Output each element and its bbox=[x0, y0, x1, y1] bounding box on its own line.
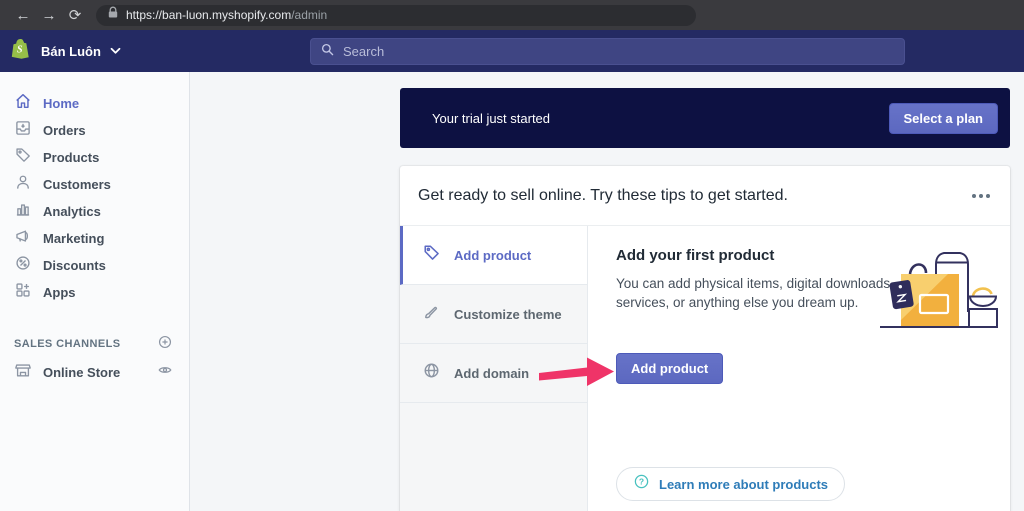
browser-back-button[interactable]: ← bbox=[10, 2, 36, 28]
browser-reload-button[interactable]: ⟳ bbox=[62, 2, 88, 28]
customers-icon bbox=[14, 173, 32, 196]
discounts-icon bbox=[14, 254, 32, 277]
panel-heading: Add your first product bbox=[616, 247, 775, 264]
products-icon bbox=[14, 146, 32, 169]
product-illustration bbox=[874, 234, 1004, 339]
tab-filler bbox=[400, 403, 587, 511]
trial-message: Your trial just started bbox=[432, 110, 551, 126]
chevron-down-icon bbox=[110, 42, 121, 60]
shopify-admin-page: ← → ⟳ https://ban-luon.myshopify.com/adm… bbox=[0, 0, 1024, 511]
panel-description: You can add physical items, digital down… bbox=[616, 276, 894, 311]
sidebar-item-label: Apps bbox=[43, 285, 76, 300]
browser-toolbar: ← → ⟳ https://ban-luon.myshopify.com/adm… bbox=[0, 0, 1024, 30]
learn-more-label: Learn more about products bbox=[659, 476, 829, 492]
sidebar-item-label: Marketing bbox=[43, 231, 105, 246]
ssl-lock-icon bbox=[107, 6, 119, 24]
sales-channels-header: SALES CHANNELS bbox=[0, 332, 189, 356]
store-switcher[interactable]: S Bán Luôn bbox=[10, 30, 121, 72]
eye-icon[interactable] bbox=[157, 362, 173, 383]
storefront-icon bbox=[14, 361, 32, 384]
sidebar-item-orders[interactable]: Orders bbox=[0, 117, 189, 144]
sidebar-item-apps[interactable]: Apps bbox=[0, 279, 189, 306]
apps-icon bbox=[14, 281, 32, 304]
sidebar-item-label: Analytics bbox=[43, 204, 101, 219]
svg-text:S: S bbox=[17, 44, 23, 55]
sidebar-nav: Home Orders Products Customers Analytics… bbox=[0, 72, 190, 511]
analytics-icon bbox=[14, 200, 32, 223]
search-icon bbox=[320, 42, 335, 62]
globe-icon bbox=[422, 361, 441, 385]
tab-label: Add product bbox=[454, 247, 532, 263]
trial-banner: Your trial just started Select a plan bbox=[400, 88, 1010, 148]
tag-icon bbox=[422, 243, 441, 267]
sidebar-item-label: Home bbox=[43, 96, 80, 111]
sidebar-item-discounts[interactable]: Discounts bbox=[0, 252, 189, 279]
global-search[interactable] bbox=[310, 38, 905, 65]
setup-card-header: Get ready to sell online. Try these tips… bbox=[400, 166, 1010, 226]
store-name: Bán Luôn bbox=[41, 43, 101, 59]
sidebar-item-online-store[interactable]: Online Store bbox=[0, 358, 189, 386]
learn-more-link[interactable]: ? Learn more about products bbox=[616, 467, 846, 501]
svg-text:?: ? bbox=[639, 477, 644, 487]
sidebar-item-label: Customers bbox=[43, 177, 111, 192]
orders-icon bbox=[14, 119, 32, 142]
setup-card-title: Get ready to sell online. Try these tips… bbox=[418, 186, 788, 204]
sidebar-item-home[interactable]: Home bbox=[0, 90, 189, 117]
sidebar-item-label: Discounts bbox=[43, 258, 106, 273]
setup-card-body: Add product Customize theme Add domain A… bbox=[400, 226, 1010, 511]
url-path: /admin bbox=[291, 8, 328, 22]
tab-add-product[interactable]: Add product bbox=[400, 226, 587, 285]
brush-icon bbox=[422, 302, 441, 326]
sidebar-item-label: Orders bbox=[43, 123, 86, 138]
sidebar-item-marketing[interactable]: Marketing bbox=[0, 225, 189, 252]
add-product-button[interactable]: Add product bbox=[616, 353, 724, 384]
sidebar-item-analytics[interactable]: Analytics bbox=[0, 198, 189, 225]
sidebar-item-customers[interactable]: Customers bbox=[0, 171, 189, 198]
tab-customize-theme[interactable]: Customize theme bbox=[400, 285, 587, 344]
url-text: https://ban-luon.myshopify.com/admin bbox=[126, 8, 328, 22]
question-circle-icon: ? bbox=[633, 473, 650, 495]
sidebar-item-label: Products bbox=[43, 150, 100, 165]
browser-forward-button[interactable]: → bbox=[36, 2, 62, 28]
home-icon bbox=[14, 92, 32, 115]
tab-label: Add domain bbox=[454, 365, 530, 381]
select-plan-button[interactable]: Select a plan bbox=[888, 102, 998, 134]
online-store-label: Online Store bbox=[43, 364, 121, 380]
add-channel-icon[interactable] bbox=[157, 334, 173, 355]
ellipsis-menu-icon[interactable] bbox=[970, 188, 992, 204]
shopify-logo-icon: S bbox=[10, 37, 32, 66]
add-product-panel: Add your first product You can add physi… bbox=[588, 226, 1010, 511]
marketing-icon bbox=[14, 227, 32, 250]
tab-label: Customize theme bbox=[454, 306, 562, 322]
browser-address-bar[interactable]: https://ban-luon.myshopify.com/admin bbox=[96, 4, 696, 26]
sidebar-item-products[interactable]: Products bbox=[0, 144, 189, 171]
search-input[interactable] bbox=[343, 44, 895, 59]
annotation-arrow bbox=[537, 352, 617, 397]
sales-channels-label: SALES CHANNELS bbox=[14, 338, 121, 350]
admin-top-bar: S Bán Luôn bbox=[0, 30, 1024, 72]
setup-guide-card: Get ready to sell online. Try these tips… bbox=[400, 166, 1010, 511]
